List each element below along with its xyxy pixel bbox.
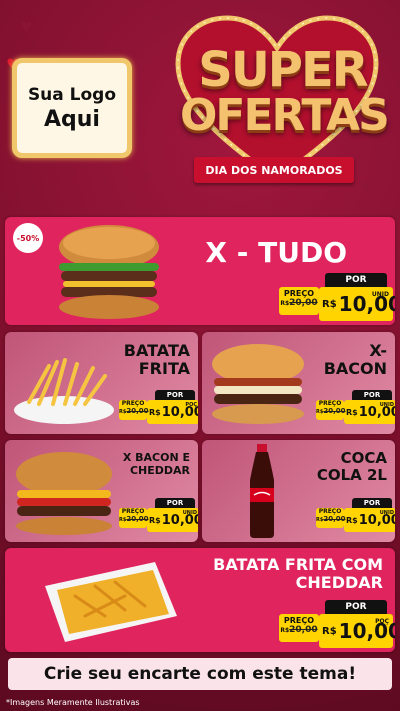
heart-decoration: ♥ <box>140 170 153 186</box>
old-price-label: PREÇO R$20,00 <box>119 400 149 420</box>
burger-image-icon <box>212 344 304 424</box>
subtitle-ribbon: DIA DOS NAMORADOS <box>194 157 354 183</box>
por-label: POR <box>325 273 387 287</box>
fries-image-icon <box>14 358 114 424</box>
currency: R$ <box>322 298 337 310</box>
product-name: BATATA FRITA <box>123 341 190 379</box>
product-card-batata-frita[interactable]: BATATAFRITA POR R$ 10,00 POÇ PREÇO R$20,… <box>5 332 198 434</box>
heart-decoration: ♥ <box>150 10 163 26</box>
cta-banner[interactable]: Crie seu encarte com este tema! <box>8 658 392 690</box>
product-name: X- BACON <box>323 341 387 379</box>
logo-line-1: Sua Logo <box>27 84 117 105</box>
product-name: X - TUDO <box>205 236 347 269</box>
headline-line-1: SUPER <box>198 42 368 98</box>
burger-image-icon <box>59 225 159 319</box>
heart-decoration: ♥ <box>20 20 33 36</box>
product-name: COCA COLA 2L <box>316 449 387 485</box>
price-box: R$ 10,00 UNID <box>319 287 395 321</box>
product-name: BATATA FRITA COM CHEDDAR <box>213 555 383 593</box>
bottle-image-icon <box>250 444 274 538</box>
old-price-label: PREÇO R$20,00 <box>279 287 319 315</box>
product-card-batata-cheddar[interactable]: BATATA FRITA COM CHEDDAR POR R$ 10,00 POÇ… <box>5 548 395 652</box>
headline-line-2: OFERTAS <box>180 90 390 141</box>
product-card-coca-cola[interactable]: COCACOLA 2L POR R$ 10,00 UNID PREÇO R$20… <box>202 440 395 542</box>
preco-label: PREÇO <box>283 289 315 298</box>
disclaimer-note: *Imagens Meramente Ilustrativas <box>6 698 140 707</box>
product-card-x-bacon[interactable]: X-BACON POR R$ 10,00 UNID PREÇO R$20,00 <box>202 332 395 434</box>
logo-placeholder: Sua Logo Aqui <box>12 58 132 158</box>
unit-label: UNID <box>371 291 389 298</box>
product-card-x-bacon-cheddar[interactable]: X BACON ECHEDDAR POR R$ 10,00 UNID PREÇO… <box>5 440 198 542</box>
burger-image-icon <box>16 452 112 535</box>
product-name: X BACON E CHEDDAR <box>122 451 190 477</box>
logo-line-2: Aqui <box>44 106 100 132</box>
fries-cheddar-image-icon <box>45 562 177 642</box>
headline: SUPER OFERTAS <box>180 42 390 141</box>
old-price: R$20,00 <box>280 298 318 308</box>
discount-badge: -50% <box>13 223 43 253</box>
price-box: R$ 10,00 POÇ <box>147 400 198 424</box>
product-card-x-tudo[interactable]: -50% X - TUDO POR R$ 10,00 UNID PREÇO R$… <box>5 217 395 325</box>
